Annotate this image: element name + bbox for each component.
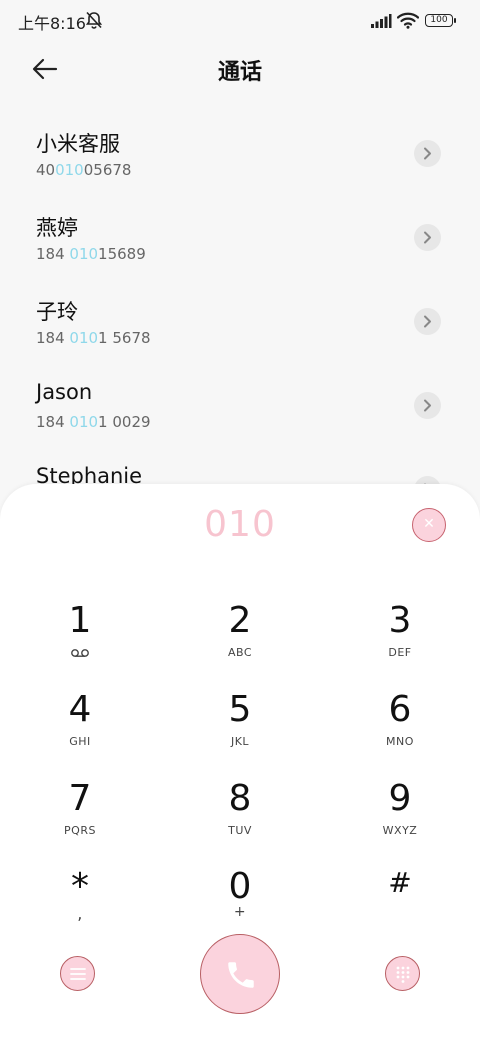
key-1[interactable]: 1	[20, 600, 140, 680]
key-digit: 9	[388, 778, 412, 819]
key-letters: ,	[77, 904, 83, 923]
key-7[interactable]: 7 PQRS	[20, 778, 140, 858]
contact-row[interactable]: 子玲 184 0101 5678	[0, 280, 480, 364]
number-match: 010	[69, 329, 99, 347]
contact-detail-button[interactable]	[414, 224, 441, 251]
key-2[interactable]: 2 ABC	[180, 600, 300, 680]
contact-number: 184 01015689	[36, 245, 146, 263]
number-prefix: 184	[36, 413, 70, 431]
key-digit: 5	[228, 689, 252, 730]
key-6[interactable]: 6 MNO	[340, 689, 460, 769]
contact-number: 184 0101 5678	[36, 329, 151, 347]
key-digit: 0	[228, 866, 252, 907]
contact-detail-button[interactable]	[414, 308, 441, 335]
number-suffix: 1 0029	[98, 413, 151, 431]
chevron-right-icon	[424, 231, 431, 244]
clear-button[interactable]: ✕	[412, 508, 446, 542]
key-9[interactable]: 9 WXYZ	[340, 778, 460, 858]
key-digit: 3	[388, 600, 412, 641]
key-digit: 1	[68, 600, 92, 641]
phone-icon	[228, 962, 254, 988]
header: 通话	[0, 40, 480, 100]
menu-button[interactable]	[60, 956, 95, 991]
chevron-right-icon	[424, 147, 431, 160]
status-bar: 上午8:16 100	[0, 0, 480, 40]
key-digit: 2	[228, 600, 252, 641]
key-letters: DEF	[388, 646, 412, 659]
menu-icon	[70, 968, 86, 980]
contact-row[interactable]: 燕婷 184 01015689	[0, 196, 480, 280]
number-prefix: 184	[36, 245, 70, 263]
number-suffix: 1 5678	[98, 329, 151, 347]
contact-number: 184 0101 0029	[36, 413, 151, 431]
key-digit: 8	[228, 778, 252, 819]
number-prefix: 184	[36, 329, 70, 347]
key-8[interactable]: 8 TUV	[180, 778, 300, 858]
contact-name: 子玲	[36, 300, 78, 324]
dialpad-icon	[396, 966, 410, 983]
key-3[interactable]: 3 DEF	[340, 600, 460, 680]
number-suffix: 05678	[83, 161, 132, 179]
key-digit: 6	[388, 689, 412, 730]
key-digit: #	[388, 866, 412, 899]
contact-row[interactable]: 小米客服 4001005678	[0, 112, 480, 196]
key-4[interactable]: 4 GHI	[20, 689, 140, 769]
key-5[interactable]: 5 JKL	[180, 689, 300, 769]
number-prefix: 40	[36, 161, 56, 179]
key-letters: +	[233, 904, 247, 920]
page-title: 通话	[217, 60, 262, 85]
cell-signal-icon	[371, 14, 392, 28]
contact-detail-button[interactable]	[414, 140, 441, 167]
contact-name: 燕婷	[36, 216, 78, 240]
dialed-number: 010	[204, 504, 276, 545]
key-digit: 7	[68, 778, 92, 819]
number-match: 010	[55, 161, 84, 179]
contact-list: 小米客服 4001005678 燕婷 184 01015689 子玲 184 0…	[0, 112, 480, 532]
contact-number: 4001005678	[36, 161, 131, 179]
contact-name: 小米客服	[36, 132, 120, 156]
contact-name: Jason	[36, 380, 93, 404]
key-letters: WXYZ	[382, 824, 418, 837]
wifi-icon	[397, 12, 419, 29]
key-letters: PQRS	[64, 824, 96, 837]
chevron-right-icon	[424, 315, 431, 328]
number-match: 010	[69, 245, 99, 263]
contact-detail-button[interactable]	[414, 392, 441, 419]
bell-muted-icon	[85, 11, 103, 29]
key-digit: 4	[68, 689, 92, 730]
status-time: 上午8:16	[18, 14, 86, 33]
key-letters: MNO	[386, 735, 414, 748]
close-icon: ✕	[423, 516, 435, 532]
battery-icon: 100	[425, 14, 456, 27]
key-hash[interactable]: #	[340, 866, 460, 946]
dialpad-toggle-button[interactable]	[385, 956, 420, 991]
chevron-right-icon	[424, 399, 431, 412]
voicemail-icon	[71, 649, 89, 657]
key-letters: ABC	[227, 646, 253, 659]
key-star[interactable]: * ,	[20, 866, 140, 946]
number-match: 010	[69, 413, 99, 431]
call-button[interactable]	[200, 934, 280, 1014]
number-suffix: 15689	[98, 245, 146, 263]
key-letters: GHI	[69, 735, 91, 748]
key-letters: JKL	[230, 735, 250, 748]
battery-level: 100	[430, 15, 448, 25]
key-letters: TUV	[228, 824, 252, 837]
contact-row[interactable]: Jason 184 0101 0029	[0, 364, 480, 448]
key-digit: *	[71, 866, 89, 907]
dialpad-sheet: 010 ✕ 1 2 ABC 3 DEF 4 GHI 5 JKL 6 MNO 7 …	[0, 484, 480, 1040]
